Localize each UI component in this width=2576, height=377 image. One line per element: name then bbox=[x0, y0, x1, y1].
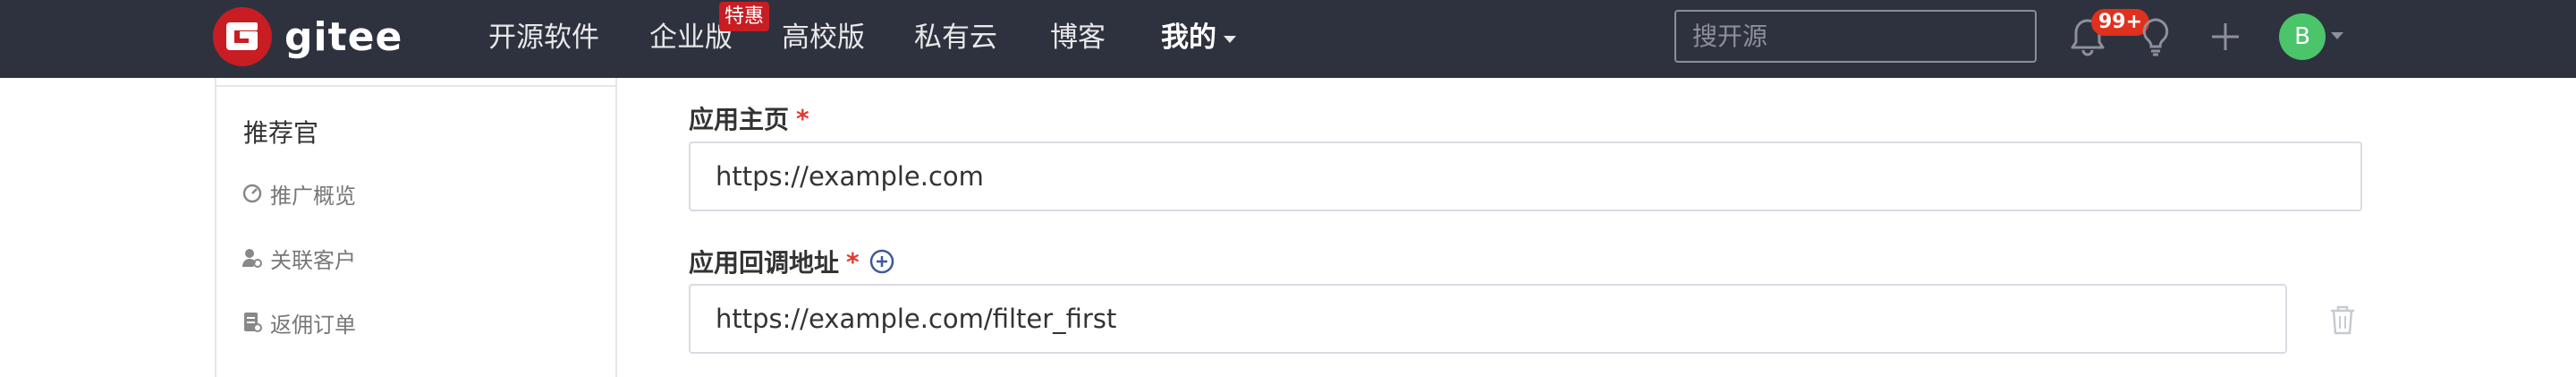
sidebar-item-overview[interactable]: 推广概览 bbox=[242, 176, 356, 211]
add-callback-icon[interactable] bbox=[869, 248, 895, 275]
homepage-label: 应用主页 * bbox=[689, 100, 809, 136]
gitee-logo[interactable]: gitee bbox=[213, 7, 402, 66]
sidebar-item-label: 推广概览 bbox=[270, 183, 356, 209]
brand-name: gitee bbox=[284, 13, 403, 60]
sidebar-title: 推荐官 bbox=[243, 118, 319, 148]
chevron-down-icon[interactable] bbox=[2331, 32, 2343, 39]
homepage-label-text: 应用主页 bbox=[689, 105, 790, 134]
homepage-url-input[interactable] bbox=[689, 141, 2362, 211]
nav-open-source[interactable]: 开源软件 bbox=[488, 16, 599, 59]
promo-badge: 特惠 bbox=[719, 2, 770, 31]
gitee-logo-icon bbox=[213, 7, 272, 66]
nav-blog[interactable]: 博客 bbox=[1050, 16, 1106, 59]
user-link-icon bbox=[242, 247, 263, 269]
trash-icon[interactable] bbox=[2329, 304, 2356, 335]
sidebar: 推荐官 推广概览 关联客户 返佣订单 bbox=[215, 78, 617, 377]
nav-private-cloud[interactable]: 私有云 bbox=[914, 16, 997, 59]
sidebar-item-customers[interactable]: 关联客户 bbox=[242, 240, 356, 276]
nav-education[interactable]: 高校版 bbox=[782, 16, 865, 59]
callback-url-input[interactable] bbox=[689, 284, 2287, 354]
callback-label-text: 应用回调地址 bbox=[689, 248, 840, 278]
search-input[interactable] bbox=[1674, 10, 2037, 63]
chevron-down-icon bbox=[1224, 35, 1236, 43]
avatar[interactable]: B bbox=[2279, 13, 2326, 60]
sidebar-item-orders[interactable]: 返佣订单 bbox=[242, 304, 356, 340]
lightbulb-icon[interactable] bbox=[2132, 13, 2179, 61]
plus-icon[interactable] bbox=[2202, 13, 2249, 61]
top-navbar: gitee 开源软件 企业版 特惠 高校版 私有云 博客 我的 99+ B bbox=[0, 0, 2576, 78]
sidebar-item-label: 返佣订单 bbox=[270, 312, 356, 338]
gauge-icon bbox=[242, 183, 263, 204]
required-mark: * bbox=[796, 103, 809, 133]
nav-mine-dropdown[interactable]: 我的 bbox=[1161, 16, 1236, 59]
nav-mine-label: 我的 bbox=[1161, 21, 1216, 54]
callback-label: 应用回调地址 * bbox=[689, 244, 895, 279]
sidebar-item-label: 关联客户 bbox=[270, 247, 356, 273]
required-mark: * bbox=[846, 246, 860, 277]
divider bbox=[216, 85, 615, 87]
order-icon bbox=[242, 312, 263, 333]
